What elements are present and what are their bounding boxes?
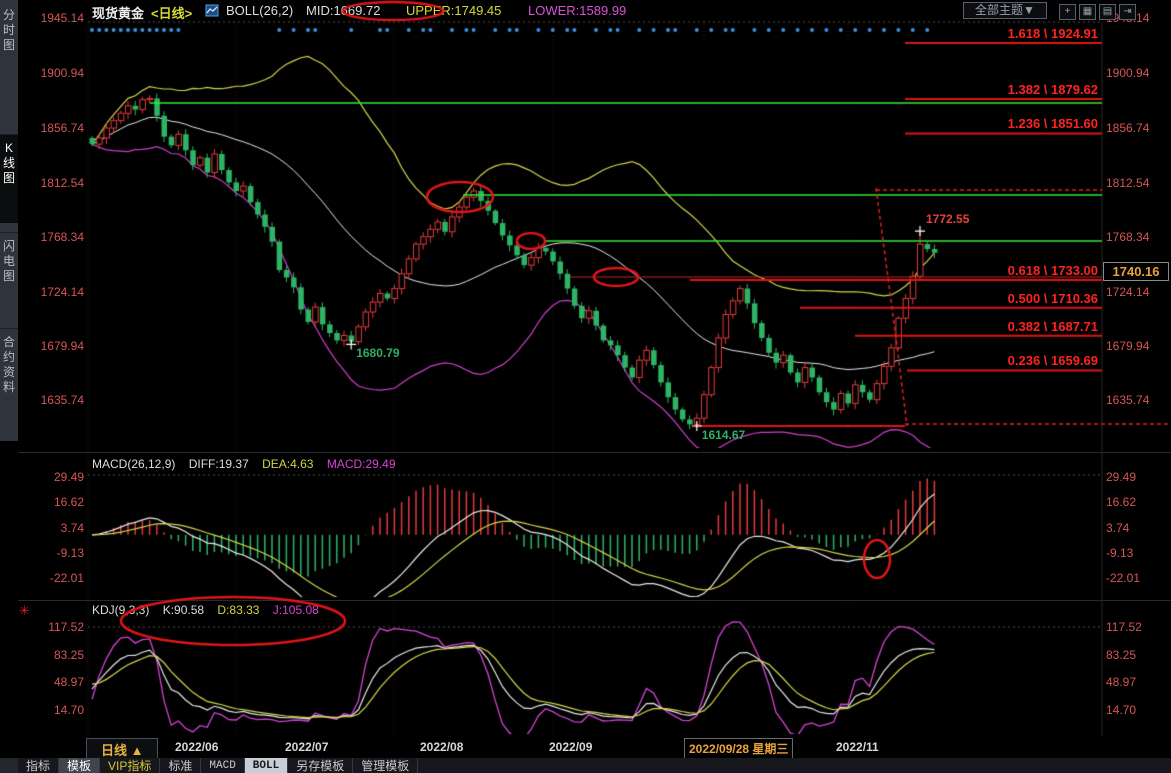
panel-divider xyxy=(18,452,1171,453)
period-title: <日线> xyxy=(151,3,192,22)
sidebar-item-1[interactable]: 分时图 xyxy=(0,2,18,112)
chart-canvas[interactable] xyxy=(0,0,1171,773)
x-axis-label: 2022/06 xyxy=(175,740,218,754)
macd-title: MACD(26,12,9) xyxy=(92,457,175,471)
toolbar-tab-指标[interactable]: 指标 xyxy=(18,758,59,773)
macd-diff-value: DIFF:19.37 xyxy=(189,457,249,471)
boll-lower-value: LOWER:1589.99 xyxy=(528,3,626,18)
line-chart-icon xyxy=(205,4,219,20)
toolbar-tab-BOLL[interactable]: BOLL xyxy=(245,758,288,773)
indicator-label: BOLL(26,2) xyxy=(226,3,293,18)
x-axis-label: 2022/11 xyxy=(836,740,879,754)
toolbar-tab-管理模板[interactable]: 管理模板 xyxy=(353,758,418,773)
boll-upper-value: UPPER:1749.45 xyxy=(406,3,501,18)
panel-chart-icon[interactable]: ▤ xyxy=(1099,4,1116,20)
sidebar-item-2[interactable]: K线图 xyxy=(0,134,18,223)
crosshair-date-label: 2022/09/28 星期三 xyxy=(684,738,793,759)
exit-view-icon[interactable]: ⇥ xyxy=(1119,4,1136,20)
x-axis-label: 2022/08 xyxy=(420,740,463,754)
toolbar-tab-VIP指标[interactable]: VIP指标 xyxy=(100,758,160,773)
kdj-d-value: D:83.33 xyxy=(217,603,259,617)
toolbar-tab-模板[interactable]: 模板 xyxy=(59,758,100,773)
chart-header-bar: 现货黄金 <日线> BOLL(26,2) MID:1669.72 UPPER:1… xyxy=(18,0,1171,22)
sidebar-item-3[interactable]: 闪电图 xyxy=(0,232,18,321)
window-icon-group: +▦▤⇥ xyxy=(1056,2,1136,20)
x-axis-label: 2022/07 xyxy=(285,740,328,754)
toolbar-tab-MACD[interactable]: MACD xyxy=(201,758,244,773)
x-axis-label: 2022/09 xyxy=(549,740,592,754)
sidebar-item-4[interactable]: 合约资料 xyxy=(0,328,18,447)
grid-chart-icon[interactable]: ▦ xyxy=(1079,4,1096,20)
boll-mid-value: MID:1669.72 xyxy=(306,3,380,18)
kdj-title: KDJ(9,3,3) xyxy=(92,603,149,617)
crosshair-icon[interactable]: + xyxy=(1059,4,1076,20)
toolbar-tab-标准[interactable]: 标准 xyxy=(160,758,201,773)
bottom-toolbar: 指标模板VIP指标标准MACDBOLL另存模板管理模板 xyxy=(0,758,1171,773)
kdj-k-value: K:90.58 xyxy=(163,603,204,617)
macd-value: MACD:29.49 xyxy=(327,457,396,471)
chart-type-sidebar: 分时图 K线图闪电图合约资料 xyxy=(0,0,18,773)
time-axis-bar: 日线 ▲ 2022/09/28 星期三 2022/062022/072022/0… xyxy=(18,737,1171,758)
theme-dropdown[interactable]: 全部主题▼ xyxy=(963,2,1047,19)
kdj-header: KDJ(9,3,3) K:90.58 D:83.33 J:105.08 xyxy=(92,603,329,617)
kdj-j-value: J:105.08 xyxy=(273,603,319,617)
macd-dea-value: DEA:4.63 xyxy=(262,457,313,471)
trading-app-window: 现货黄金 <日线> BOLL(26,2) MID:1669.72 UPPER:1… xyxy=(0,0,1171,773)
panel-divider xyxy=(18,600,1171,601)
macd-header: MACD(26,12,9) DIFF:19.37 DEA:4.63 MACD:2… xyxy=(92,457,406,471)
symbol-title: 现货黄金 xyxy=(92,3,144,22)
indicator-settings-icon[interactable]: ✳ xyxy=(19,603,30,619)
toolbar-tab-另存模板[interactable]: 另存模板 xyxy=(288,758,353,773)
